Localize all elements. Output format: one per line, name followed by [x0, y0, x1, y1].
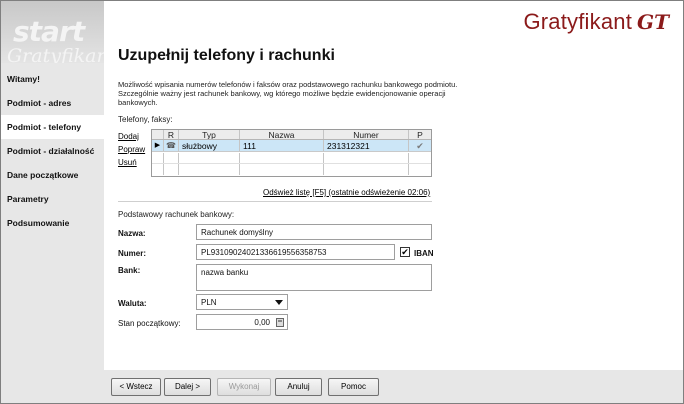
opening-balance-field[interactable]: 0,00 — [196, 314, 288, 330]
phones-table[interactable]: R Typ Nazwa Numer P ▶ ☎ służbowy 111 231… — [151, 129, 432, 177]
account-name-field[interactable]: Rachunek domyślny — [196, 224, 432, 240]
help-button[interactable]: Pomoc — [328, 378, 379, 396]
bank-section-label: Podstawowy rachunek bankowy: — [118, 210, 235, 219]
step-witamy[interactable]: Witamy! — [1, 67, 104, 91]
numer-label: Numer: — [118, 249, 147, 258]
currency-value: PLN — [201, 298, 217, 307]
app-logo: Gratyfikant GT — [523, 9, 669, 35]
section-divider — [118, 201, 432, 202]
cell-numer: 231312321 — [324, 140, 409, 151]
phone-icon: ☎ — [164, 140, 179, 151]
cell-typ: służbowy — [179, 140, 240, 151]
step-dane-poczatkowe[interactable]: Dane początkowe — [1, 163, 104, 187]
cell-nazwa: 111 — [240, 140, 324, 151]
edit-phone-link[interactable]: Popraw — [118, 143, 148, 156]
table-row-empty — [152, 153, 431, 164]
next-button[interactable]: Dalej > — [164, 378, 211, 396]
table-header: R Typ Nazwa Numer P — [152, 130, 431, 140]
delete-phone-link[interactable]: Usuń — [118, 156, 148, 169]
wizard-window: start Gratyfikant Witamy! Podmiot - adre… — [0, 0, 684, 404]
iban-label: IBAN — [414, 249, 434, 258]
account-number-field[interactable]: PL93109024021336619556358753 — [196, 244, 395, 260]
logo-text: Gratyfikant — [523, 9, 633, 34]
phones-section-label: Telefony, faksy: — [118, 115, 173, 124]
stan-label: Stan początkowy: — [118, 319, 181, 328]
iban-checkbox[interactable]: ✔ — [400, 247, 410, 257]
phones-actions: Dodaj Popraw Usuń — [118, 130, 148, 169]
logo-mark: GT — [637, 10, 669, 34]
step-podmiot-telefony[interactable]: Podmiot - telefony — [1, 115, 104, 139]
page-description: Możliwość wpisania numerów telefonów i f… — [118, 80, 458, 107]
calculator-icon[interactable] — [276, 318, 284, 327]
banner-watermark-brand: Gratyfikant — [7, 45, 104, 63]
chevron-down-icon[interactable] — [275, 300, 283, 305]
col-header-typ[interactable]: Typ — [179, 130, 240, 139]
sidebar-banner: start Gratyfikant — [1, 1, 104, 63]
row-indicator-icon: ▶ — [152, 140, 164, 151]
col-header-p[interactable]: P — [409, 130, 431, 139]
step-podmiot-adres[interactable]: Podmiot - adres — [1, 91, 104, 115]
nazwa-label: Nazwa: — [118, 229, 146, 238]
col-header-r[interactable]: R — [164, 130, 179, 139]
wizard-sidebar: start Gratyfikant Witamy! Podmiot - adre… — [1, 1, 104, 403]
cancel-button[interactable]: Anuluj — [275, 378, 322, 396]
table-row-empty — [152, 164, 431, 175]
execute-button[interactable]: Wykonaj — [217, 378, 271, 396]
back-button[interactable]: < Wstecz — [111, 378, 161, 396]
add-phone-link[interactable]: Dodaj — [118, 130, 148, 143]
refresh-list-link[interactable]: Odśwież listę [F5] (ostatnie odświeżenie… — [263, 188, 430, 197]
col-header-numer[interactable]: Numer — [324, 130, 409, 139]
checkmark-icon: ✔ — [416, 141, 424, 151]
opening-balance-value: 0,00 — [254, 318, 270, 327]
waluta-label: Waluta: — [118, 299, 147, 308]
page-title: Uzupełnij telefony i rachunki — [118, 47, 335, 64]
bank-name-field[interactable]: nazwa banku — [196, 264, 432, 291]
bank-label: Bank: — [118, 266, 141, 275]
wizard-steps: Witamy! Podmiot - adres Podmiot - telefo… — [1, 67, 104, 235]
col-header-indicator — [152, 130, 164, 139]
col-header-nazwa[interactable]: Nazwa — [240, 130, 324, 139]
currency-select[interactable]: PLN — [196, 294, 288, 310]
step-podmiot-dzialalnosc[interactable]: Podmiot - działalność — [1, 139, 104, 163]
step-podsumowanie[interactable]: Podsumowanie — [1, 211, 104, 235]
step-parametry[interactable]: Parametry — [1, 187, 104, 211]
banner-watermark-start: start — [13, 15, 85, 48]
table-row[interactable]: ▶ ☎ służbowy 111 231312321 ✔ — [152, 140, 431, 152]
